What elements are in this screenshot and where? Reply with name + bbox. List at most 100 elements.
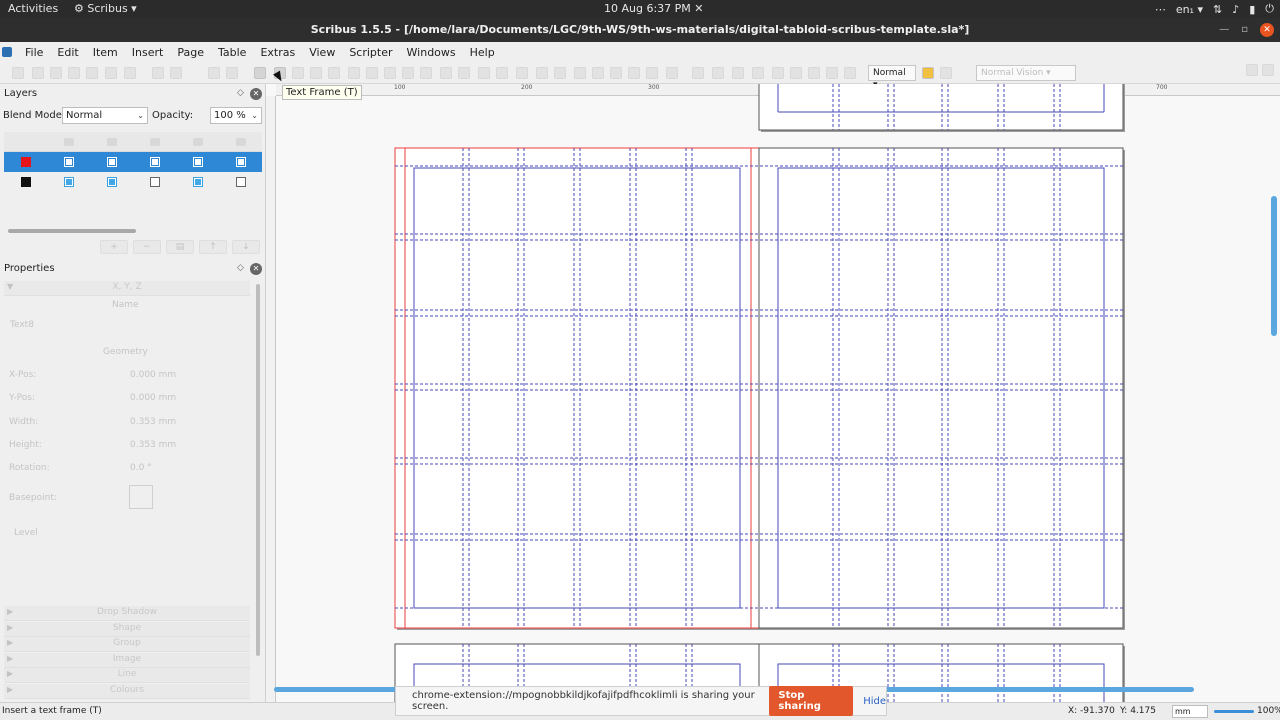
layer-color-swatch[interactable] [20, 177, 31, 187]
clock[interactable]: 10 Aug 6:37 PM ✕ [604, 2, 704, 15]
layer-visible-checkbox[interactable] [63, 157, 74, 167]
edit-contents-icon[interactable] [536, 67, 548, 79]
zoom-tool-icon[interactable] [516, 67, 528, 79]
polygon-tool-icon[interactable] [366, 67, 378, 79]
layer-text-flow-checkbox[interactable] [192, 157, 203, 167]
more-icon[interactable]: ⋯ [1155, 3, 1166, 16]
hide-button[interactable]: Hide [863, 696, 886, 707]
pdf-combobox-icon[interactable] [732, 67, 744, 79]
rotation-field[interactable]: 0.0 ° [130, 463, 152, 473]
pdf-annotation-icon[interactable] [844, 67, 856, 79]
copy-properties-icon[interactable] [628, 67, 640, 79]
activities-button[interactable]: Activities [8, 2, 58, 15]
remove-layer-button[interactable]: − [133, 240, 161, 254]
layer-printable-checkbox[interactable] [106, 177, 117, 187]
name-field[interactable]: Text8 [10, 320, 34, 330]
ypos-field[interactable]: 0.000 mm [130, 393, 176, 403]
vision-select[interactable]: Normal Vision ▾ [976, 65, 1076, 81]
section-group[interactable]: ▶ Group [4, 637, 250, 652]
rotate-tool-icon[interactable] [496, 67, 508, 79]
add-layer-button[interactable]: + [100, 240, 128, 254]
preflight-icon[interactable] [105, 67, 117, 79]
raise-layer-button[interactable]: ↑ [199, 240, 227, 254]
layer-visible-checkbox[interactable] [63, 177, 74, 187]
volume-icon[interactable]: ♪ [1232, 3, 1239, 16]
select-tool-icon[interactable] [254, 67, 266, 79]
edit-text-icon[interactable] [554, 67, 566, 79]
link-annotation-icon[interactable] [790, 67, 802, 79]
spiral-tool-icon[interactable] [402, 67, 414, 79]
menu-scripter[interactable]: Scripter [342, 46, 399, 59]
network-icon[interactable]: ⇅ [1213, 3, 1222, 16]
unlink-frames-icon[interactable] [592, 67, 604, 79]
stop-sharing-button[interactable]: Stop sharing [769, 686, 854, 716]
layer-row[interactable] [4, 152, 262, 172]
image-frame-tool-icon[interactable] [292, 67, 304, 79]
close-doc-icon[interactable] [68, 67, 80, 79]
battery-icon[interactable]: ▮ [1249, 3, 1255, 16]
eyedropper-icon[interactable] [646, 67, 658, 79]
opacity-spinbox[interactable]: 100 % ⌄ [210, 107, 262, 124]
layer-printable-checkbox[interactable] [106, 157, 117, 167]
pdf-radio-icon[interactable] [808, 67, 820, 79]
pdf-textfield-icon[interactable] [692, 67, 704, 79]
unit-select[interactable]: mm [1172, 705, 1208, 718]
menu-table[interactable]: Table [211, 46, 253, 59]
pdf-button-icon[interactable] [666, 67, 678, 79]
layer-text-flow-checkbox[interactable] [192, 177, 203, 187]
measurements-icon[interactable] [610, 67, 622, 79]
open-icon[interactable] [32, 67, 44, 79]
link-frames-icon[interactable] [574, 67, 586, 79]
duplicate-layer-button[interactable]: ▤ [166, 240, 194, 254]
properties-scrollbar[interactable] [256, 284, 260, 656]
close-window-button[interactable]: ✕ [1260, 23, 1274, 37]
arc-tool-icon[interactable] [384, 67, 396, 79]
text-annotation-icon[interactable] [772, 67, 784, 79]
float-toolbar-icon[interactable] [1246, 64, 1258, 76]
menu-file[interactable]: File [18, 46, 50, 59]
cut-icon[interactable] [208, 67, 220, 79]
document-canvas[interactable]: 1002003004005006007008009001000 [266, 84, 1280, 702]
redo-icon[interactable] [170, 67, 182, 79]
undo-icon[interactable] [152, 67, 164, 79]
menu-view[interactable]: View [302, 46, 342, 59]
section-line[interactable]: ▶ Line [4, 668, 250, 683]
vertical-scrollbar[interactable] [1271, 196, 1277, 336]
layer-color-swatch[interactable] [20, 157, 31, 167]
language-indicator[interactable]: en₁ ▾ [1176, 3, 1203, 16]
xpos-field[interactable]: 0.000 mm [130, 370, 176, 380]
close-toolbar-icon[interactable] [1262, 64, 1274, 76]
layer-locked-checkbox[interactable] [149, 157, 160, 167]
freehand-tool-icon[interactable] [458, 67, 470, 79]
blend-mode-select[interactable]: Normal ⌄ [62, 107, 148, 124]
bezier-tool-icon[interactable] [440, 67, 452, 79]
width-field[interactable]: 0.353 mm [130, 417, 176, 427]
export-pdf-icon[interactable] [124, 67, 136, 79]
menu-edit[interactable]: Edit [50, 46, 85, 59]
table-tool-icon[interactable] [328, 67, 340, 79]
float-panel-icon[interactable]: ◇ [237, 88, 244, 98]
color-management-icon[interactable] [922, 67, 934, 79]
menu-item[interactable]: Item [86, 46, 125, 59]
height-field[interactable]: 0.353 mm [130, 440, 176, 450]
render-frame-tool-icon[interactable] [310, 67, 322, 79]
pdf-link-icon[interactable] [826, 67, 838, 79]
menu-help[interactable]: Help [463, 46, 502, 59]
minimize-button[interactable]: — [1219, 18, 1229, 42]
basepoint-selector-icon[interactable] [129, 485, 153, 509]
preview-mode-select[interactable]: Normal ▾ [868, 65, 916, 90]
shape-tool-icon[interactable] [348, 67, 360, 79]
section-shape[interactable]: ▶ Shape [4, 621, 250, 637]
section-image[interactable]: ▶ Image [4, 652, 250, 668]
lower-layer-button[interactable]: ↓ [232, 240, 260, 254]
close-layers-button[interactable]: ✕ [250, 88, 262, 100]
section-drop-shadow[interactable]: ▶ Drop Shadow [4, 606, 250, 621]
menu-extras[interactable]: Extras [253, 46, 302, 59]
line-tool-icon[interactable] [420, 67, 432, 79]
menu-page[interactable]: Page [170, 46, 211, 59]
section-colours[interactable]: ▶ Colours [4, 683, 250, 699]
zoom-slider[interactable] [1214, 710, 1254, 713]
menu-windows[interactable]: Windows [400, 46, 463, 59]
xyz-section-header[interactable]: ▼ X, Y, Z [4, 281, 250, 296]
layers-scrollbar[interactable] [8, 229, 136, 233]
